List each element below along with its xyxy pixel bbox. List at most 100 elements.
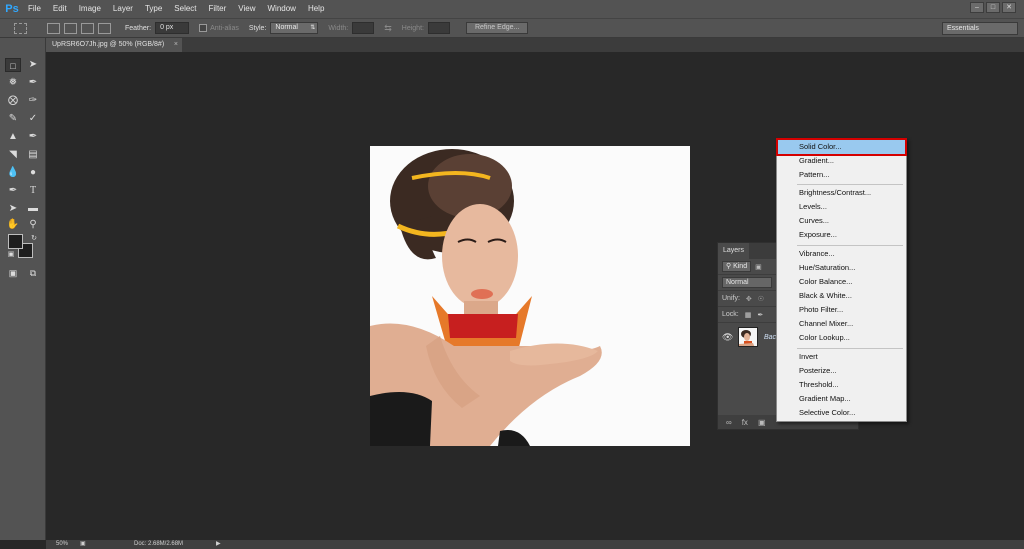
hand-tool-icon[interactable]: ✋ [5, 218, 21, 232]
menu-item-selective-color[interactable]: Selective Color... [778, 406, 905, 420]
menu-edit[interactable]: Edit [47, 0, 73, 18]
lock-pixels-icon[interactable]: ▦ [745, 311, 752, 319]
marquee-tool-icon[interactable]: □ [5, 58, 21, 72]
lock-brush-icon[interactable]: ✒ [757, 311, 763, 319]
menu-item-exposure[interactable]: Exposure... [778, 228, 905, 242]
document-tab[interactable]: UpRSR6O7Jh.jpg @ 50% (RGB/8#) × [46, 38, 182, 52]
menu-window[interactable]: Window [262, 0, 302, 18]
antialias-label: Anti-alias [210, 24, 239, 32]
workspace-select[interactable]: Essentials [942, 22, 1018, 35]
unify-visibility-icon[interactable]: ☉ [758, 295, 764, 303]
filter-pixel-icon[interactable]: ▣ [755, 263, 762, 271]
menu-item-invert[interactable]: Invert [778, 350, 905, 364]
zoom-level[interactable]: 50% [56, 540, 68, 549]
pen-tool-icon[interactable]: ✒ [5, 184, 21, 198]
link-layers-icon[interactable]: ∞ [726, 418, 732, 427]
rectangle-tool-icon[interactable]: ▬ [25, 202, 41, 216]
add-mask-icon[interactable]: ▣ [758, 418, 766, 427]
menu-item-threshold[interactable]: Threshold... [778, 378, 905, 392]
close-tab-icon[interactable]: × [174, 38, 178, 52]
menu-item-black-white[interactable]: Black & White... [778, 289, 905, 303]
height-input[interactable] [427, 22, 450, 34]
eyedropper-icon[interactable]: ✑ [25, 94, 41, 108]
menu-select[interactable]: Select [168, 0, 202, 18]
minimize-button[interactable]: – [970, 2, 984, 13]
photoshop-window: Ps File Edit Image Layer Type Select Fil… [0, 0, 1024, 549]
feather-input[interactable]: 0 px [155, 22, 190, 34]
clone-stamp-icon[interactable]: ▲ [5, 130, 21, 144]
layer-style-icon[interactable]: fx [742, 418, 748, 427]
menu-item-posterize[interactable]: Posterize... [778, 364, 905, 378]
kind-label: Kind [733, 263, 748, 270]
path-select-icon[interactable]: ➤ [5, 202, 21, 216]
add-selection-icon[interactable] [64, 22, 77, 34]
quick-mask-icon[interactable]: ▣ [5, 266, 21, 280]
menu-item-hue-saturation[interactable]: Hue/Saturation... [778, 261, 905, 275]
layers-tab[interactable]: Layers [718, 243, 750, 259]
blend-mode-select[interactable]: Normal [722, 277, 772, 288]
healing-brush-icon[interactable]: ✎ [5, 112, 21, 126]
menu-item-gradient-map[interactable]: Gradient Map... [778, 392, 905, 406]
layer-kind-filter[interactable]: ⚲ Kind [722, 261, 752, 272]
antialias-checkbox[interactable] [199, 24, 208, 32]
default-colors-icon[interactable]: ▣ [3, 248, 19, 262]
menu-item-photo-filter[interactable]: Photo Filter... [778, 303, 905, 317]
menu-item-pattern[interactable]: Pattern... [778, 168, 905, 182]
menu-separator [797, 184, 903, 185]
dodge-tool-icon[interactable]: ● [25, 166, 41, 180]
history-brush-icon[interactable]: ✒ [25, 130, 41, 144]
menu-image[interactable]: Image [73, 0, 107, 18]
restore-button[interactable]: □ [986, 2, 1000, 13]
menu-item-color-lookup[interactable]: Color Lookup... [778, 331, 905, 345]
menu-help[interactable]: Help [302, 0, 330, 18]
menu-view[interactable]: View [232, 0, 261, 18]
document-size: Doc: 2.68M/2.68M [134, 541, 184, 547]
menu-item-channel-mixer[interactable]: Channel Mixer... [778, 317, 905, 331]
photoshop-logo: Ps [5, 3, 19, 15]
menu-filter[interactable]: Filter [203, 0, 233, 18]
eraser-tool-icon[interactable]: ◥ [5, 148, 21, 162]
menu-item-levels[interactable]: Levels... [778, 200, 905, 214]
menu-layer[interactable]: Layer [107, 0, 139, 18]
foreground-color-swatch[interactable] [8, 234, 23, 249]
width-label: Width: [328, 24, 349, 32]
menu-type[interactable]: Type [139, 0, 168, 18]
zoom-tool-icon[interactable]: ⚲ [25, 218, 41, 232]
status-share-icon[interactable]: ▣ [80, 540, 86, 549]
lock-label: Lock: [722, 311, 739, 318]
type-tool-icon[interactable]: T [25, 184, 41, 198]
refine-edge-button[interactable]: Refine Edge... [465, 22, 529, 34]
lasso-tool-icon[interactable]: ❅ [5, 76, 21, 90]
width-input[interactable] [352, 22, 375, 34]
brush-tool-icon[interactable]: ✓ [25, 112, 41, 126]
blur-tool-icon[interactable]: 💧 [5, 166, 21, 180]
menu-item-brightness-contrast[interactable]: Brightness/Contrast... [778, 186, 905, 200]
subtract-selection-icon[interactable] [81, 22, 94, 34]
move-tool-icon[interactable]: ➤ [25, 58, 41, 72]
close-button[interactable]: ✕ [1002, 2, 1016, 13]
unify-position-icon[interactable]: ✥ [746, 295, 752, 303]
status-menu-arrow-icon[interactable]: ▶ [216, 540, 221, 549]
menu-item-gradient[interactable]: Gradient... [778, 154, 905, 168]
status-bar: 50% ▣ Doc: 2.68M/2.68M ▶ [46, 540, 1024, 549]
swap-dimensions-icon[interactable]: ⇆ [384, 23, 392, 34]
marquee-tool-preset-icon[interactable] [14, 22, 27, 34]
menu-item-solid-color[interactable]: Solid Color... [776, 138, 907, 156]
menu-file[interactable]: File [22, 0, 47, 18]
quick-select-icon[interactable]: ✒ [25, 76, 41, 90]
height-label: Height: [401, 24, 424, 32]
unify-label: Unify: [722, 295, 740, 302]
menu-item-vibrance[interactable]: Vibrance... [778, 247, 905, 261]
intersect-selection-icon[interactable] [98, 22, 111, 34]
swap-colors-icon[interactable]: ↻ [26, 232, 42, 246]
menu-item-color-balance[interactable]: Color Balance... [778, 275, 905, 289]
layer-thumbnail [738, 327, 758, 347]
crop-tool-icon[interactable]: ⨂ [5, 94, 21, 108]
new-selection-icon[interactable] [47, 22, 60, 34]
style-select[interactable]: Normal [270, 22, 319, 34]
visibility-eye-icon[interactable]: 👁 [722, 332, 734, 343]
document-canvas[interactable] [370, 146, 690, 446]
gradient-tool-icon[interactable]: ▤ [25, 148, 41, 162]
menu-item-curves[interactable]: Curves... [778, 214, 905, 228]
screen-mode-icon[interactable]: ⧉ [25, 266, 41, 280]
